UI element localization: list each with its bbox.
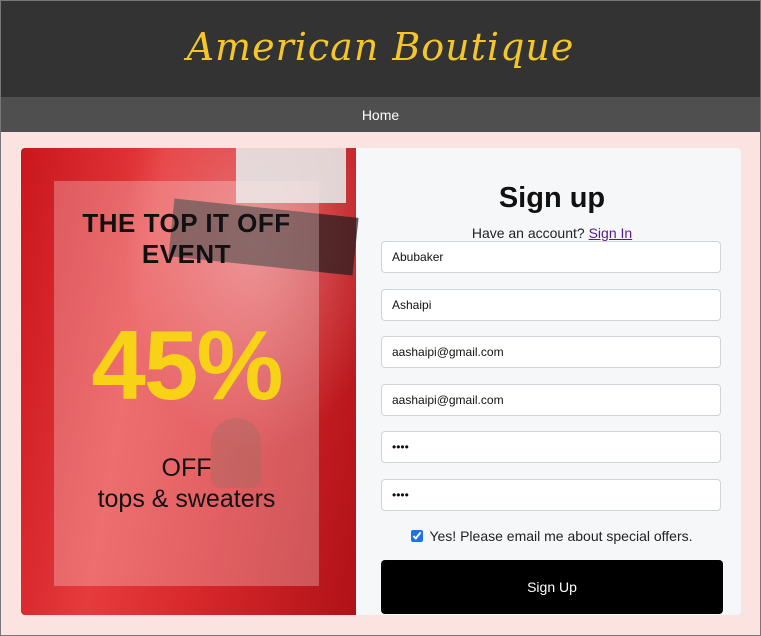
promo-banner: THE TOP IT OFF EVENT 45% OFF tops & swea…: [21, 148, 359, 615]
promo-off: OFF: [161, 454, 212, 482]
confirm-email-input[interactable]: [381, 384, 721, 416]
signup-title: Sign up: [498, 182, 606, 214]
promo-overlay: THE TOP IT OFF EVENT 45% OFF tops & swea…: [54, 181, 319, 586]
site-header: American Boutique: [1, 1, 760, 97]
promo-headline: THE TOP IT OFF EVENT: [54, 208, 319, 270]
signup-submit-button[interactable]: Sign Up: [381, 560, 723, 614]
last-name-input[interactable]: [381, 289, 721, 321]
promo-off-text: OFF tops & sweaters: [54, 453, 319, 515]
signup-card: THE TOP IT OFF EVENT 45% OFF tops & swea…: [21, 148, 741, 615]
brand-logo[interactable]: American Boutique: [187, 25, 575, 69]
signin-link[interactable]: Sign In: [589, 225, 633, 241]
promo-headline-line2: EVENT: [141, 239, 232, 269]
password-input[interactable]: [381, 431, 721, 463]
nav-home-link[interactable]: Home: [362, 107, 399, 123]
navbar: Home: [1, 97, 760, 132]
promo-headline-line1: THE TOP IT OFF: [82, 208, 291, 238]
signup-form: Sign up Have an account? Sign In Yes! Pl…: [381, 148, 723, 615]
promo-percent: 45%: [91, 310, 283, 420]
have-account-text: Have an account? Sign In: [381, 225, 723, 241]
have-account-label: Have an account?: [471, 225, 589, 241]
promo-sub: tops & sweaters: [97, 485, 276, 513]
offers-checkbox-label: Yes! Please email me about special offer…: [429, 528, 693, 544]
confirm-password-input[interactable]: [381, 479, 721, 511]
first-name-input[interactable]: [381, 241, 721, 273]
offers-checkbox[interactable]: [411, 530, 424, 542]
offers-checkbox-row: Yes! Please email me about special offer…: [381, 528, 723, 544]
email-input[interactable]: [381, 336, 721, 368]
